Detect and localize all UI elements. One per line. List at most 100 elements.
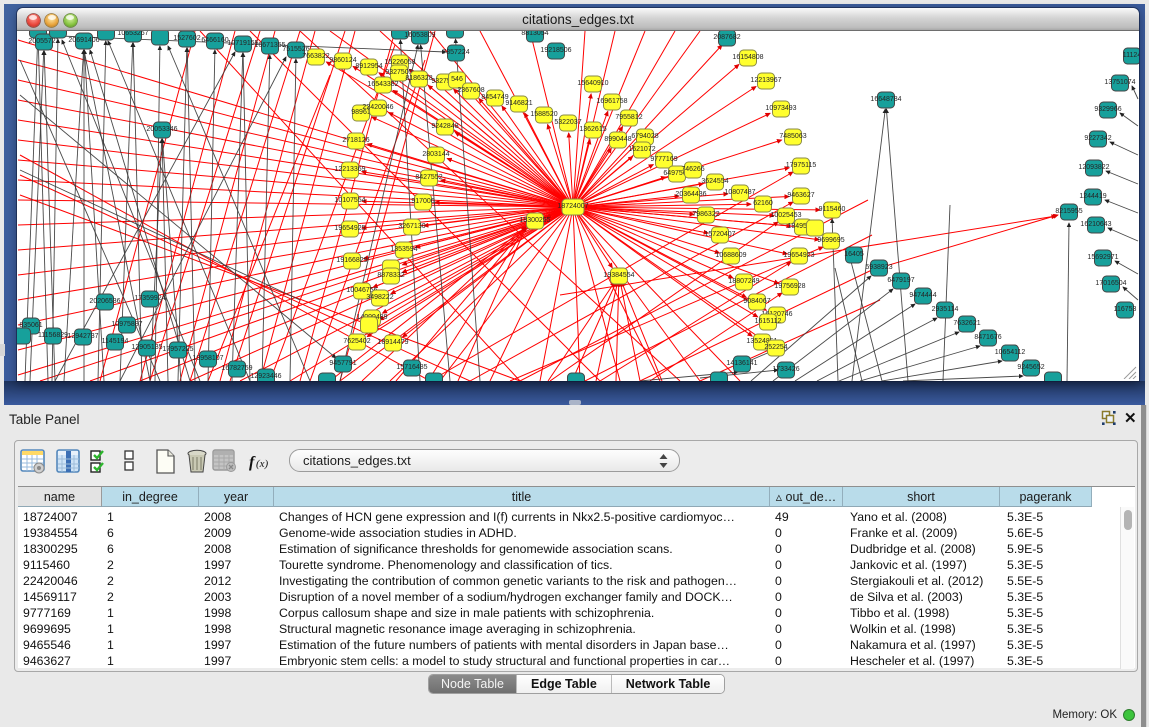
- svg-text:19654923: 19654923: [783, 252, 814, 259]
- svg-text:1527602: 1527602: [173, 35, 200, 42]
- svg-text:1588520: 1588520: [530, 111, 557, 118]
- svg-text:20053346: 20053346: [146, 126, 177, 133]
- svg-text:10975887: 10975887: [111, 321, 142, 328]
- svg-text:10973493: 10973493: [765, 105, 796, 112]
- svg-text:1145194: 1145194: [102, 338, 129, 345]
- svg-text:7663822: 7663822: [302, 53, 329, 60]
- svg-text:11124: 11124: [1123, 52, 1139, 59]
- svg-text:13751074: 13751074: [1104, 79, 1135, 86]
- svg-text:18724007: 18724007: [557, 203, 588, 210]
- svg-text:2087682: 2087682: [713, 34, 740, 41]
- svg-text:9245652: 9245652: [1017, 364, 1044, 371]
- svg-text:6479197: 6479197: [887, 277, 914, 284]
- svg-text:17975115: 17975115: [786, 162, 817, 169]
- svg-text:10025453: 10025453: [770, 212, 801, 219]
- svg-text:9474444: 9474444: [909, 292, 936, 299]
- svg-text:7625402: 7625402: [343, 338, 370, 345]
- svg-text:2803144: 2803144: [422, 151, 449, 158]
- svg-text:20364436: 20364436: [675, 191, 706, 198]
- svg-text:9777169: 9777169: [650, 156, 677, 163]
- svg-text:16782759: 16782759: [221, 365, 252, 372]
- svg-text:8912954: 8912954: [355, 63, 382, 70]
- svg-text:8186328: 8186328: [405, 75, 432, 82]
- svg-text:20055721: 20055721: [28, 38, 59, 45]
- svg-text:16671355: 16671355: [254, 42, 285, 49]
- svg-text:9084067: 9084067: [743, 298, 770, 305]
- svg-text:11156829: 11156829: [38, 332, 68, 339]
- svg-text:19218506: 19218506: [540, 47, 571, 54]
- svg-text:7955812: 7955812: [615, 114, 642, 121]
- svg-text:1733426: 1733426: [772, 366, 799, 373]
- svg-text:7857224: 7857224: [442, 49, 469, 56]
- svg-text:5938923: 5938923: [865, 264, 892, 271]
- svg-text:9463627: 9463627: [787, 192, 814, 199]
- svg-text:8990448: 8990448: [604, 136, 631, 143]
- svg-text:7986322: 7986322: [692, 211, 719, 218]
- svg-text:12213967: 12213967: [750, 77, 781, 84]
- svg-text:17957225: 17957225: [162, 346, 193, 353]
- svg-text:546: 546: [451, 76, 463, 83]
- svg-text:2718126: 2718126: [342, 137, 369, 144]
- svg-text:f: f: [249, 454, 256, 471]
- svg-text:9457791: 9457791: [329, 360, 356, 367]
- svg-text:12923446: 12923446: [250, 373, 281, 380]
- svg-text:8878332: 8878332: [377, 272, 404, 279]
- svg-text:9242848: 9242848: [431, 123, 458, 130]
- svg-text:8471676: 8471676: [974, 334, 1001, 341]
- svg-text:10653267: 10653267: [117, 31, 148, 37]
- svg-text:16648784: 16648784: [870, 96, 901, 103]
- svg-text:19384554: 19384554: [603, 272, 634, 279]
- svg-text:6466160: 6466160: [201, 37, 228, 44]
- svg-text:7485063: 7485063: [779, 133, 806, 140]
- svg-text:12942737: 12942737: [67, 333, 98, 340]
- svg-text:16961758: 16961758: [596, 98, 627, 105]
- svg-text:18300295: 18300295: [519, 217, 550, 224]
- svg-text:19654925: 19654925: [334, 225, 365, 232]
- svg-text:746266: 746266: [681, 166, 704, 173]
- svg-text:1615112: 1615112: [755, 318, 782, 325]
- svg-text:8813054: 8813054: [521, 31, 548, 37]
- svg-text:22420046: 22420046: [362, 104, 393, 111]
- svg-text:10688609: 10688609: [715, 252, 746, 259]
- svg-text:252254: 252254: [764, 344, 787, 351]
- svg-text:7515526: 7515526: [282, 46, 309, 53]
- svg-text:19166829: 19166829: [336, 257, 367, 264]
- svg-text:3624554: 3624554: [701, 178, 728, 185]
- svg-text:116753: 116753: [1114, 306, 1137, 313]
- svg-text:5322037: 5322037: [554, 119, 581, 126]
- svg-text:16405: 16405: [844, 251, 864, 258]
- svg-text:7632621: 7632621: [953, 320, 980, 327]
- svg-text:9115460: 9115460: [819, 206, 846, 213]
- svg-text:9146821: 9146821: [505, 100, 532, 107]
- svg-text:12905135: 12905135: [131, 344, 162, 351]
- svg-text:16210643: 16210643: [1080, 221, 1111, 228]
- svg-text:19756928: 19756928: [774, 283, 805, 290]
- svg-text:15720407: 15720407: [704, 231, 735, 238]
- svg-text:917006: 917006: [411, 198, 434, 205]
- svg-text:3498222: 3498222: [366, 294, 393, 301]
- svg-text:(x): (x): [256, 458, 269, 470]
- svg-text:17016504: 17016504: [1095, 280, 1126, 287]
- svg-text:15692971: 15692971: [1087, 254, 1118, 261]
- svg-text:1244419: 1244419: [1079, 193, 1106, 200]
- svg-text:12093822: 12093822: [1078, 164, 1109, 171]
- svg-text:16543382: 16543382: [367, 81, 398, 88]
- svg-text:6794028: 6794028: [631, 133, 658, 140]
- svg-text:10654112: 10654112: [995, 349, 1026, 356]
- svg-text:2367608: 2367608: [457, 87, 484, 94]
- svg-text:9860124: 9860124: [329, 57, 356, 64]
- svg-text:8215955: 8215955: [1055, 208, 1082, 215]
- svg-text:16154808: 16154808: [732, 54, 763, 61]
- svg-text:16914479: 16914479: [377, 339, 408, 346]
- svg-text:15716485: 15716485: [396, 364, 427, 371]
- svg-text:3267130: 3267130: [398, 223, 425, 230]
- svg-text:62160: 62160: [753, 200, 773, 207]
- svg-text:14136141: 14136141: [726, 360, 757, 367]
- svg-text:17359924: 17359924: [134, 295, 165, 302]
- svg-text:15640910: 15640910: [577, 80, 608, 87]
- svg-text:10107554: 10107554: [334, 197, 365, 204]
- svg-text:1353594: 1353594: [390, 246, 417, 253]
- svg-text:18807249: 18807249: [728, 278, 759, 285]
- svg-text:10958107: 10958107: [192, 355, 223, 362]
- svg-text:8427552: 8427552: [415, 174, 442, 181]
